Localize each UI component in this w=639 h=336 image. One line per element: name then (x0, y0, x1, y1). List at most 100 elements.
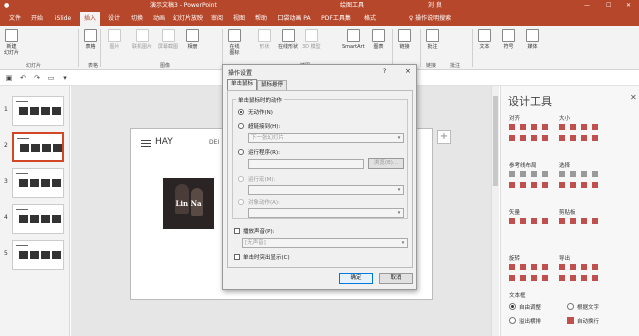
ribbon-button-15[interactable]: 符号 (502, 29, 515, 50)
ribbon-button-7[interactable]: 形状 (258, 29, 271, 50)
tool-icon[interactable] (531, 182, 537, 188)
undo-icon[interactable]: ↶ (18, 73, 28, 83)
ribbon-button-1[interactable]: 表格 (84, 29, 97, 50)
radio-hyperlink[interactable] (238, 123, 244, 129)
maximize-icon[interactable]: ☐ (606, 0, 611, 12)
tool-icon[interactable] (509, 264, 515, 270)
tool-icon[interactable] (581, 182, 587, 188)
tool-icon[interactable] (592, 171, 598, 177)
tool-icon[interactable] (542, 124, 548, 130)
tool-icon[interactable] (509, 275, 515, 281)
ribbon-button-4[interactable]: 屏幕截图 (158, 29, 178, 50)
tool-icon[interactable] (542, 275, 548, 281)
save-icon[interactable]: ▣ (4, 73, 14, 83)
ribbon-button-11[interactable]: 图表 (372, 29, 385, 50)
ribbon-button-12[interactable]: 链接 (398, 29, 411, 50)
ribbon-button-3[interactable]: 联机图片 (132, 29, 152, 50)
radio-run-program[interactable] (238, 149, 244, 155)
tab-9[interactable]: 视图 (230, 12, 248, 26)
autosave-icon[interactable]: ● (4, 0, 9, 12)
tool-icon[interactable] (509, 124, 515, 130)
close-icon[interactable]: × (405, 67, 411, 75)
tool-icon[interactable] (531, 264, 537, 270)
tool-icon[interactable] (559, 218, 565, 224)
scrollbar-thumb[interactable] (493, 96, 498, 186)
tool-icon[interactable] (509, 218, 515, 224)
close-icon[interactable]: ✕ (630, 93, 637, 102)
ribbon-button-13[interactable]: 批注 (426, 29, 439, 50)
tool-icon[interactable] (531, 124, 537, 130)
tool-icon[interactable] (581, 275, 587, 281)
close-icon[interactable]: ✕ (626, 0, 631, 12)
tool-icon[interactable] (520, 275, 526, 281)
tab-2[interactable]: iSlide (50, 12, 76, 26)
tool-icon[interactable] (592, 218, 598, 224)
tool-icon[interactable] (520, 264, 526, 270)
tool-icon[interactable] (509, 135, 515, 141)
tab-mouse-click[interactable]: 单击鼠标 (227, 79, 258, 90)
tool-icon[interactable] (559, 171, 565, 177)
textbox-option-control[interactable] (567, 303, 574, 310)
slide-thumbnail[interactable] (12, 132, 64, 162)
hyperlink-select[interactable]: 下一张幻灯片 ▾ (248, 133, 404, 143)
add-icon[interactable]: + (437, 130, 451, 144)
tool-icon[interactable] (570, 275, 576, 281)
tool-icon[interactable] (559, 182, 565, 188)
tool-icon[interactable] (509, 171, 515, 177)
tool-icon[interactable] (531, 275, 537, 281)
tab-0[interactable]: 文件 (6, 12, 24, 26)
tab-1[interactable]: 开始 (28, 12, 46, 26)
vertical-scrollbar[interactable] (491, 86, 499, 336)
slide-subtext[interactable]: DEI (209, 139, 219, 146)
cancel-button[interactable]: 取消 (379, 273, 413, 284)
tool-icon[interactable] (581, 124, 587, 130)
tool-icon[interactable] (520, 135, 526, 141)
tab-6[interactable]: 动画 (150, 12, 168, 26)
play-sound-checkbox[interactable] (234, 228, 240, 234)
chevron-down-icon[interactable]: ▾ (60, 73, 70, 83)
slide-thumbnail[interactable] (12, 96, 64, 126)
highlight-checkbox[interactable] (234, 254, 240, 260)
tab-3[interactable]: 插入 (80, 12, 100, 26)
tool-icon[interactable] (531, 171, 537, 177)
slideshow-icon[interactable]: ▭ (46, 73, 56, 83)
tool-icon[interactable] (581, 218, 587, 224)
tool-icon[interactable] (592, 124, 598, 130)
tool-icon[interactable] (559, 135, 565, 141)
tab-mouse-over[interactable]: 鼠标悬停 (257, 80, 288, 90)
tool-icon[interactable] (570, 124, 576, 130)
tool-icon[interactable] (570, 264, 576, 270)
ribbon-button-8[interactable]: 在线形状 (278, 29, 298, 50)
ok-button[interactable]: 确定 (339, 273, 373, 284)
tool-icon[interactable] (570, 135, 576, 141)
tab-4[interactable]: 设计 (104, 12, 124, 26)
slide-thumbnail[interactable] (12, 240, 64, 270)
tab-11[interactable]: 口袋动画 PA (276, 12, 312, 26)
tool-icon[interactable] (592, 135, 598, 141)
help-icon[interactable]: ? (383, 68, 386, 75)
tool-icon[interactable] (531, 135, 537, 141)
object-action-select[interactable]: ▾ (248, 208, 404, 218)
tool-icon[interactable] (581, 171, 587, 177)
tool-icon[interactable] (592, 275, 598, 281)
ribbon-button-2[interactable]: 图片 (108, 29, 121, 50)
tool-icon[interactable] (559, 124, 565, 130)
tool-icon[interactable] (531, 218, 537, 224)
tool-icon[interactable] (520, 182, 526, 188)
window-user[interactable]: 刘 良 (428, 0, 448, 12)
textbox-option-control[interactable] (509, 303, 516, 310)
ribbon-button-6[interactable]: 在线 图标 (228, 29, 241, 56)
tool-icon[interactable] (581, 264, 587, 270)
tool-icon[interactable] (542, 182, 548, 188)
textbox-option-control[interactable] (509, 317, 516, 324)
ribbon-button-16[interactable]: 媒体 (526, 29, 539, 50)
sound-select[interactable]: [无声音] ▾ (242, 238, 408, 248)
slide-photo[interactable]: Lin Na (163, 178, 214, 229)
textbox-option-control[interactable] (567, 317, 574, 324)
ribbon-button-14[interactable]: 文本 (478, 29, 491, 50)
browse-button[interactable]: 浏览(B)... (368, 158, 404, 169)
tool-icon[interactable] (592, 264, 598, 270)
tool-icon[interactable] (570, 218, 576, 224)
tool-icon[interactable] (542, 135, 548, 141)
tab-8[interactable]: 审阅 (208, 12, 226, 26)
